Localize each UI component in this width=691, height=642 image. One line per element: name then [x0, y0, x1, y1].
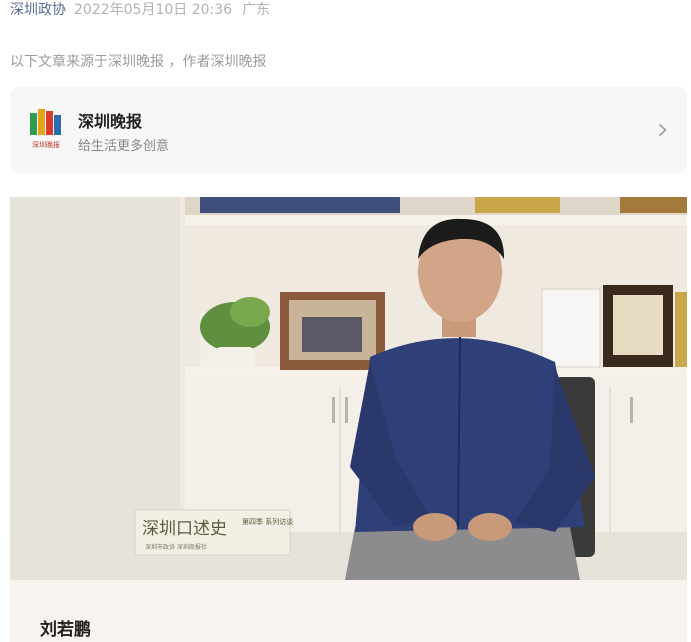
chevron-right-icon[interactable]	[658, 123, 667, 137]
article-photo: 深圳口述史 第四季 系列访谈 深圳市政协 深圳商报社	[10, 197, 687, 580]
source-note: 以下文章来源于深圳晚报 ，作者深圳晚报	[10, 54, 267, 70]
account-name: 深圳晚报	[78, 112, 143, 131]
account-card[interactable]: 深圳晚报 深圳晚报 给生活更多创意	[10, 87, 687, 173]
person-name: 刘若鹏	[40, 620, 91, 640]
plaque-subtitle: 第四季 系列访谈	[242, 517, 293, 526]
account-logo-icon: 深圳晚报	[30, 109, 61, 149]
publish-date: 2022年05月10日 20:36	[74, 2, 233, 18]
publish-location: 广东	[242, 2, 271, 18]
logo-text: 深圳晚报	[32, 140, 60, 149]
plaque-footer: 深圳市政协 深圳商报社	[145, 543, 207, 551]
article-meta: 深圳政协 2022年05月10日 20:36 广东	[10, 0, 270, 20]
author-link[interactable]: 深圳政协	[10, 0, 66, 19]
plaque-title: 深圳口述史	[142, 519, 227, 539]
account-description: 给生活更多创意	[78, 139, 170, 154]
caption-panel: 刘若鹏	[10, 580, 687, 642]
